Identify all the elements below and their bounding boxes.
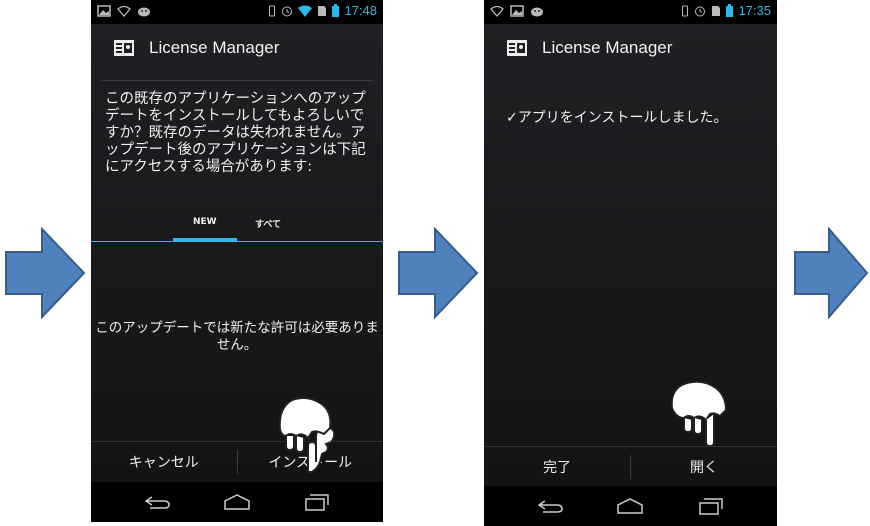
wifi-question-icon	[490, 5, 504, 17]
sim-icon	[318, 5, 327, 16]
status-bar: 17:48	[91, 0, 383, 24]
status-time: 17:35	[738, 3, 771, 18]
phone-screen-installed: 17:35 License Manager ✓アプリをインストールしました。 完…	[484, 0, 777, 526]
picture-icon	[510, 5, 524, 17]
pointing-hand-icon	[278, 397, 336, 473]
open-button[interactable]: 開く	[631, 447, 777, 487]
pointing-hand-icon	[670, 380, 728, 446]
back-icon[interactable]	[533, 496, 567, 516]
license-card-icon	[114, 40, 134, 56]
recent-apps-icon[interactable]	[300, 492, 334, 512]
permission-tabs: NEW すべて	[91, 209, 383, 242]
button-bar: 完了 開く	[484, 446, 777, 487]
android-icon	[138, 7, 150, 17]
navigation-bar	[484, 486, 777, 526]
vibrate-icon	[682, 5, 689, 16]
battery-icon	[726, 4, 734, 17]
no-permission-text: このアップデートでは新たな許可は必要ありません。	[95, 320, 379, 353]
app-title: License Manager	[542, 38, 673, 57]
done-button[interactable]: 完了	[484, 447, 630, 487]
app-title: License Manager	[149, 38, 280, 57]
title-bar: License Manager	[484, 24, 777, 72]
home-icon[interactable]	[220, 492, 254, 512]
update-question-text: この既存のアプリケーションへのアップデートをインストールしてもよろしいですか？既…	[105, 91, 366, 175]
picture-icon	[97, 5, 111, 17]
back-icon[interactable]	[140, 492, 174, 512]
license-card-icon	[507, 40, 527, 56]
tab-all[interactable]: すべて	[255, 217, 281, 230]
navigation-bar	[91, 482, 383, 522]
tab-divider	[91, 241, 383, 242]
title-bar: License Manager	[91, 24, 383, 72]
android-icon	[531, 7, 543, 17]
status-bar: 17:35	[484, 0, 777, 24]
alarm-icon	[695, 6, 706, 16]
next-arrow-icon	[5, 227, 86, 319]
cancel-button[interactable]: キャンセル	[91, 442, 237, 482]
installed-message: ✓アプリをインストールしました。	[506, 110, 728, 126]
wifi-question-icon	[117, 5, 131, 17]
vibrate-icon	[269, 5, 276, 16]
home-icon[interactable]	[613, 496, 647, 516]
battery-icon	[332, 4, 340, 17]
status-time: 17:48	[344, 3, 377, 18]
next-arrow-icon	[398, 227, 479, 319]
wifi-icon	[298, 5, 313, 17]
alarm-icon	[282, 6, 293, 16]
sim-icon	[712, 5, 721, 16]
next-arrow-icon	[794, 227, 869, 319]
recent-apps-icon[interactable]	[694, 496, 728, 516]
title-divider	[101, 80, 373, 81]
tab-new[interactable]: NEW	[193, 217, 217, 227]
